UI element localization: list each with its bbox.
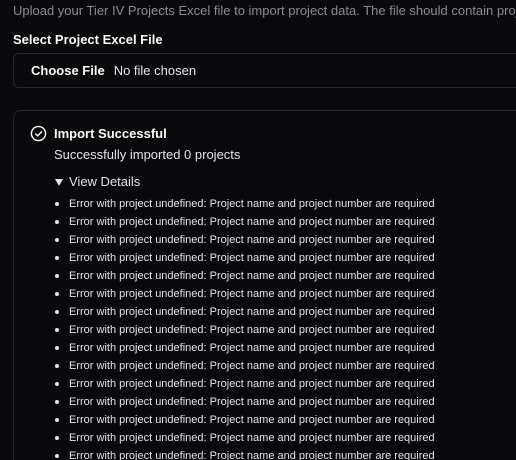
error-list-item: Error with project undefined: Project na… [54, 195, 435, 213]
error-list-item: Error with project undefined: Project na… [54, 411, 435, 429]
error-list-item: Error with project undefined: Project na… [54, 231, 435, 249]
error-list-item: Error with project undefined: Project na… [54, 357, 435, 375]
error-list: Error with project undefined: Project na… [54, 195, 435, 460]
error-list-item: Error with project undefined: Project na… [54, 429, 435, 447]
check-circle-icon [30, 125, 47, 142]
error-list-item: Error with project undefined: Project na… [54, 249, 435, 267]
import-page: Upload your Tier IV Projects Excel file … [0, 0, 516, 460]
error-list-item: Error with project undefined: Project na… [54, 285, 435, 303]
error-list-item: Error with project undefined: Project na… [54, 375, 435, 393]
file-input[interactable]: Choose File No file chosen [13, 53, 516, 88]
error-list-item: Error with project undefined: Project na… [54, 447, 435, 460]
triangle-down-icon [55, 178, 63, 186]
file-field-label: Select Project Excel File [13, 32, 163, 47]
file-status-text: No file chosen [113, 63, 197, 78]
error-list-item: Error with project undefined: Project na… [54, 213, 435, 231]
import-result-alert: Import Successful Successfully imported … [13, 110, 516, 460]
view-details-toggle[interactable]: View Details [54, 173, 140, 191]
alert-message: Successfully imported 0 projects [54, 147, 241, 162]
error-list-item: Error with project undefined: Project na… [54, 267, 435, 285]
error-list-item: Error with project undefined: Project na… [54, 321, 435, 339]
choose-file-button[interactable]: Choose File [31, 63, 105, 78]
error-list-item: Error with project undefined: Project na… [54, 393, 435, 411]
view-details-label: View Details [69, 174, 141, 189]
page-description: Upload your Tier IV Projects Excel file … [13, 3, 516, 18]
alert-title: Import Successful [54, 126, 167, 141]
error-list-item: Error with project undefined: Project na… [54, 339, 435, 357]
error-list-item: Error with project undefined: Project na… [54, 303, 435, 321]
